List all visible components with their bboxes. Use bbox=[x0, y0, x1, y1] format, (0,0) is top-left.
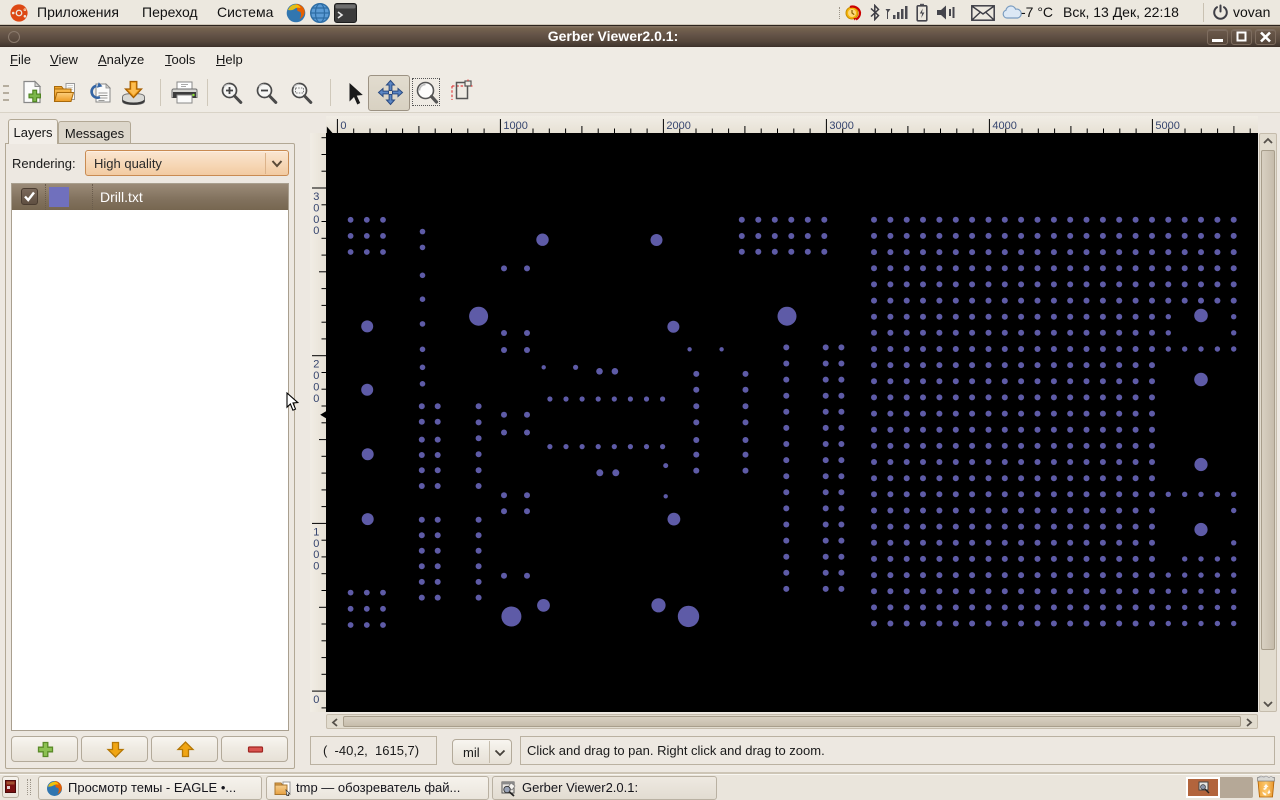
svg-text:5000: 5000 bbox=[1155, 120, 1179, 132]
svg-text:0: 0 bbox=[313, 370, 319, 382]
svg-text:2: 2 bbox=[313, 359, 319, 371]
svg-text:0: 0 bbox=[340, 120, 346, 132]
svg-text:0: 0 bbox=[313, 538, 319, 550]
svg-text:0: 0 bbox=[313, 393, 319, 405]
svg-text:0: 0 bbox=[313, 202, 319, 214]
svg-text:3: 3 bbox=[313, 191, 319, 203]
svg-text:0: 0 bbox=[313, 382, 319, 394]
svg-text:3000: 3000 bbox=[829, 120, 853, 132]
svg-text:0: 0 bbox=[313, 214, 319, 226]
svg-text:0: 0 bbox=[313, 549, 319, 561]
svg-text:1: 1 bbox=[313, 526, 319, 538]
svg-text:0: 0 bbox=[313, 694, 319, 706]
svg-text:1000: 1000 bbox=[503, 120, 527, 132]
svg-text:4000: 4000 bbox=[992, 120, 1016, 132]
svg-text:2000: 2000 bbox=[666, 120, 690, 132]
svg-text:0: 0 bbox=[313, 225, 319, 237]
svg-text:0: 0 bbox=[313, 561, 319, 573]
